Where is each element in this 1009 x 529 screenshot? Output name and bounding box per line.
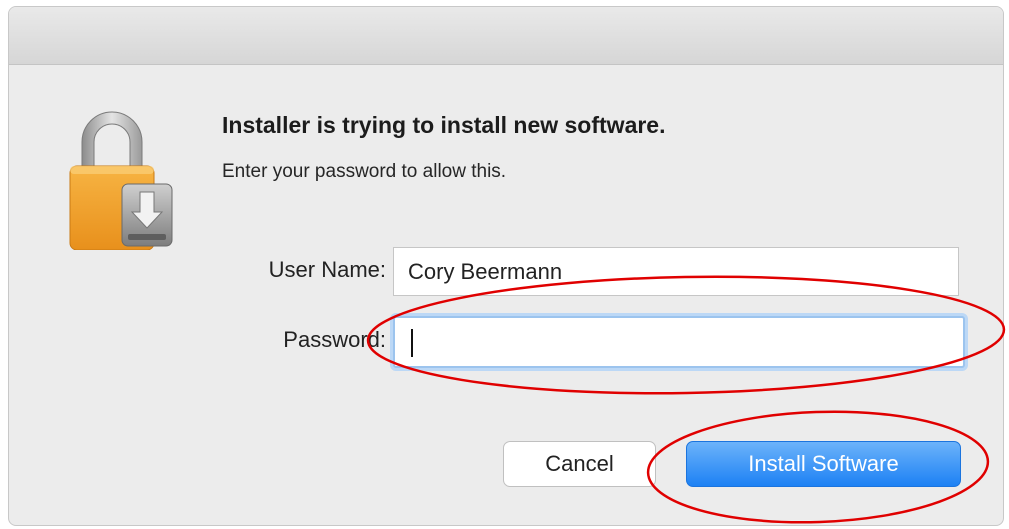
dialog-heading: Installer is trying to install new softw… [222, 112, 666, 138]
username-label: User Name: [268, 257, 386, 282]
screenshot-stage: Installer is trying to install new softw… [0, 0, 1009, 529]
install-software-button[interactable]: Install Software [686, 441, 961, 487]
password-label: Password: [283, 327, 386, 352]
cancel-button[interactable]: Cancel [503, 441, 656, 487]
dialog-title-bar[interactable] [9, 7, 1003, 65]
lock-installer-icon [60, 100, 180, 251]
username-field[interactable] [393, 247, 959, 296]
dialog-subtext: Enter your password to allow this. [222, 161, 507, 182]
text-cursor [411, 329, 413, 357]
password-field[interactable] [393, 316, 965, 368]
